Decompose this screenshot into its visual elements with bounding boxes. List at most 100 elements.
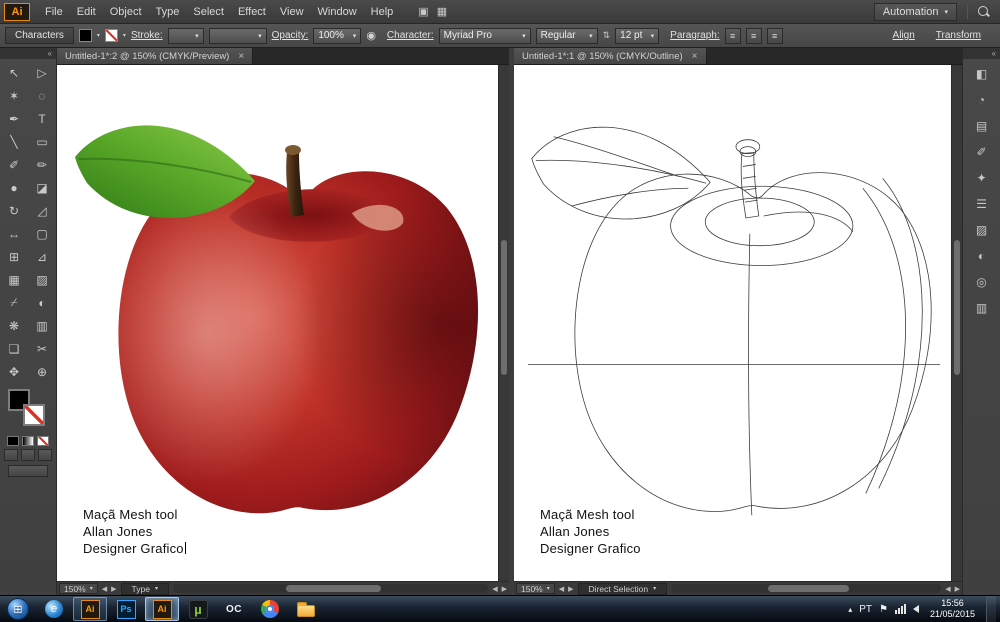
canvas-preview[interactable]: Maçã Mesh tool Allan Jones Designer Graf… <box>57 65 498 581</box>
menu-file[interactable]: File <box>38 0 70 24</box>
menu-help[interactable]: Help <box>364 0 401 24</box>
search-icon[interactable] <box>978 5 990 18</box>
rectangle-tool[interactable]: ▭ <box>28 130 56 153</box>
taskbar-illustrator-2-icon[interactable]: Ai <box>145 597 179 621</box>
artboard-next-icon[interactable]: ▶ <box>111 585 116 593</box>
stroke-swatch[interactable] <box>23 404 45 426</box>
transparency-panel-icon[interactable]: ◐ <box>969 244 995 268</box>
action-center-flag-icon[interactable]: ⚑ <box>879 604 888 615</box>
taskbar-openoffice-icon[interactable]: OC <box>217 597 251 621</box>
speaker-icon[interactable] <box>912 605 919 613</box>
slice-tool[interactable]: ✂ <box>28 337 56 360</box>
hand-tool[interactable]: ✥ <box>0 360 28 383</box>
column-graph-tool[interactable]: ▥ <box>28 314 56 337</box>
symbols-panel-icon[interactable]: ✦ <box>969 166 995 190</box>
appearance-panel-icon[interactable]: ◎ <box>969 270 995 294</box>
tab-untitled-outline[interactable]: Untitled-1*:1 @ 150% (CMYK/Outline) × <box>514 48 707 64</box>
taskbar-utorrent-icon[interactable]: µ <box>181 597 215 621</box>
zoom-tool[interactable]: ⊕ <box>28 360 56 383</box>
font-style-select[interactable]: Regular ▾ <box>535 27 598 44</box>
align-right-button[interactable]: ≡ <box>766 27 783 44</box>
taskbar-chrome-icon[interactable] <box>253 597 287 621</box>
stroke-weight-select[interactable]: ▾ <box>167 27 204 44</box>
canvas-outline[interactable]: Maçã Mesh tool Allan Jones Designer Graf… <box>514 65 951 581</box>
scale-tool[interactable]: ◿ <box>28 199 56 222</box>
align-center-button[interactable]: ≡ <box>745 27 762 44</box>
scrollbar-thumb[interactable] <box>954 240 960 375</box>
scrollbar-thumb[interactable] <box>501 240 507 375</box>
eraser-tool[interactable]: ◪ <box>28 176 56 199</box>
scrollbar-thumb[interactable] <box>768 585 850 592</box>
taskbar-browser-icon[interactable]: e <box>37 597 71 621</box>
paragraph-label[interactable]: Paragraph: <box>670 30 719 41</box>
show-desktop-button[interactable] <box>986 595 996 622</box>
scroll-left-icon[interactable]: ◀ <box>492 585 497 593</box>
vertical-scrollbar[interactable] <box>951 65 962 581</box>
current-tool-status[interactable]: Direct Selection ▾ <box>577 582 668 595</box>
selection-tool[interactable]: ↖ <box>0 61 28 84</box>
scroll-right-icon[interactable]: ▶ <box>502 585 507 593</box>
scroll-left-icon[interactable]: ◀ <box>945 585 950 593</box>
horizontal-scrollbar[interactable] <box>671 584 942 593</box>
font-family-select[interactable]: Myriad Pro ▾ <box>438 27 531 44</box>
fill-color-swatch[interactable] <box>78 29 92 42</box>
gradient-tool[interactable]: ▨ <box>28 268 56 291</box>
symbol-sprayer-tool[interactable]: ❋ <box>0 314 28 337</box>
draw-behind-button[interactable] <box>21 449 35 461</box>
perspective-grid-tool[interactable]: ⊿ <box>28 245 56 268</box>
layers-panel-icon[interactable]: ▥ <box>969 296 995 320</box>
font-size-select[interactable]: 12 pt ▾ <box>615 27 660 44</box>
magic-wand-tool[interactable]: ✶ <box>0 84 28 107</box>
tools-panel-collapse[interactable]: « <box>0 48 56 59</box>
transform-panel-label[interactable]: Transform <box>936 30 981 41</box>
current-tool-status[interactable]: Type ▾ <box>120 582 169 595</box>
network-icon[interactable] <box>894 604 906 614</box>
start-button[interactable]: ⊞ <box>0 596 36 622</box>
pencil-tool[interactable]: ✏ <box>28 153 56 176</box>
recolor-artwork-icon[interactable]: ◉ <box>366 29 376 42</box>
none-button[interactable] <box>37 436 49 446</box>
menu-type[interactable]: Type <box>149 0 187 24</box>
brushes-panel-icon[interactable]: ✐ <box>969 140 995 164</box>
width-tool[interactable]: ↔ <box>0 222 28 245</box>
menu-effect[interactable]: Effect <box>231 0 273 24</box>
draw-inside-button[interactable] <box>38 449 52 461</box>
gradient-button[interactable] <box>22 436 34 446</box>
tab-untitled-preview[interactable]: Untitled-1*:2 @ 150% (CMYK/Preview) × <box>57 48 254 64</box>
artboard-tool[interactable]: ❏ <box>0 337 28 360</box>
draw-normal-button[interactable] <box>4 449 18 461</box>
stroke-label[interactable]: Stroke: <box>131 30 163 41</box>
mesh-tool[interactable]: ▦ <box>0 268 28 291</box>
close-icon[interactable]: × <box>692 51 698 62</box>
arrange-documents-icon[interactable]: ▦ <box>437 5 447 18</box>
align-left-button[interactable]: ≡ <box>724 27 741 44</box>
artboard-prev-icon[interactable]: ◀ <box>559 585 564 593</box>
eyedropper-tool[interactable]: ⌿ <box>0 291 28 314</box>
direct-selection-tool[interactable]: ▷ <box>28 61 56 84</box>
align-panel-label[interactable]: Align <box>893 30 915 41</box>
artboard-text-block[interactable]: Maçã Mesh tool Allan Jones Designer Graf… <box>83 506 186 557</box>
menu-object[interactable]: Object <box>103 0 149 24</box>
blob-brush-tool[interactable]: ● <box>0 176 28 199</box>
horizontal-scrollbar[interactable] <box>173 584 489 593</box>
character-label[interactable]: Character: <box>387 30 434 41</box>
expand-panels-button[interactable]: « <box>963 48 1000 59</box>
stroke-color-swatch[interactable] <box>104 29 118 42</box>
close-icon[interactable]: × <box>238 51 244 62</box>
menu-edit[interactable]: Edit <box>70 0 103 24</box>
gradient-panel-icon[interactable]: ▨ <box>969 218 995 242</box>
show-hidden-icons-button[interactable]: ▴ <box>848 605 852 614</box>
line-segment-tool[interactable]: ╲ <box>0 130 28 153</box>
workspace-switcher[interactable]: Automation ▾ <box>873 2 957 21</box>
pen-tool[interactable]: ✒ <box>0 107 28 130</box>
taskbar-explorer-icon[interactable] <box>289 597 323 621</box>
menu-view[interactable]: View <box>273 0 311 24</box>
color-button[interactable] <box>7 436 19 446</box>
swatches-panel-icon[interactable]: ▤ <box>969 114 995 138</box>
screen-mode-icon[interactable]: ▣ <box>418 5 428 18</box>
paintbrush-tool[interactable]: ✐ <box>0 153 28 176</box>
taskbar-clock[interactable]: 15:56 21/05/2015 <box>926 598 979 620</box>
characters-panel-button[interactable]: Characters <box>5 27 74 44</box>
brush-definition-select[interactable]: ▾ <box>208 27 267 44</box>
opacity-label[interactable]: Opacity: <box>272 30 309 41</box>
